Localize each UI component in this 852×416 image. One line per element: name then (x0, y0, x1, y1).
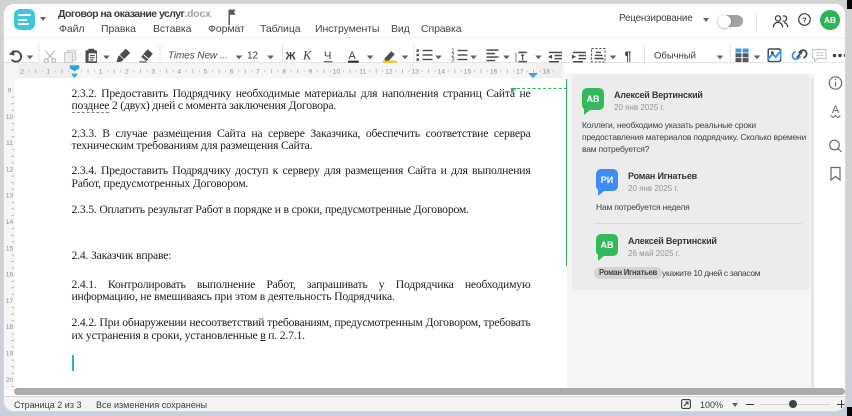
svg-text:12: 12 (247, 51, 259, 62)
svg-text:15: 15 (6, 245, 14, 252)
svg-text:15: 15 (464, 68, 472, 75)
svg-text:9: 9 (308, 68, 312, 75)
svg-text:3: 3 (151, 68, 155, 75)
svg-text:18: 18 (6, 324, 14, 331)
svg-text:Обычный: Обычный (654, 51, 696, 62)
svg-text:1: 1 (99, 68, 103, 75)
svg-text:17: 17 (516, 68, 524, 75)
svg-text:А: А (832, 104, 840, 116)
svg-text:А: А (349, 50, 357, 62)
svg-text:13: 13 (411, 68, 419, 75)
svg-text:1: 1 (46, 68, 50, 75)
svg-text:2: 2 (125, 68, 129, 75)
svg-text:17: 17 (6, 298, 14, 305)
svg-text:14: 14 (438, 68, 446, 75)
svg-text:6: 6 (230, 68, 234, 75)
svg-text:14: 14 (6, 219, 14, 226)
svg-text:19: 19 (6, 351, 14, 358)
svg-text:10: 10 (6, 114, 14, 121)
svg-text:8: 8 (282, 68, 286, 75)
svg-text:4: 4 (177, 68, 181, 75)
svg-text:К: К (302, 49, 312, 63)
svg-text:Ч: Ч (324, 50, 331, 62)
svg-text:16: 16 (6, 272, 14, 279)
svg-text:9: 9 (8, 88, 12, 95)
svg-text:16: 16 (490, 68, 498, 75)
svg-text:2: 2 (20, 68, 24, 75)
svg-text:11: 11 (359, 68, 366, 75)
svg-text:7: 7 (256, 68, 260, 75)
svg-text:20: 20 (6, 377, 14, 384)
svg-text:11: 11 (6, 140, 13, 147)
svg-text:¶: ¶ (625, 50, 632, 64)
svg-text:13: 13 (6, 193, 14, 200)
svg-text:10: 10 (333, 68, 341, 75)
svg-text:Ж: Ж (285, 51, 297, 63)
svg-text:5: 5 (204, 68, 208, 75)
svg-text:12: 12 (385, 68, 393, 75)
svg-text:18: 18 (542, 68, 550, 75)
svg-text:Times New ...: Times New ... (168, 51, 228, 62)
svg-text:12: 12 (6, 166, 14, 173)
